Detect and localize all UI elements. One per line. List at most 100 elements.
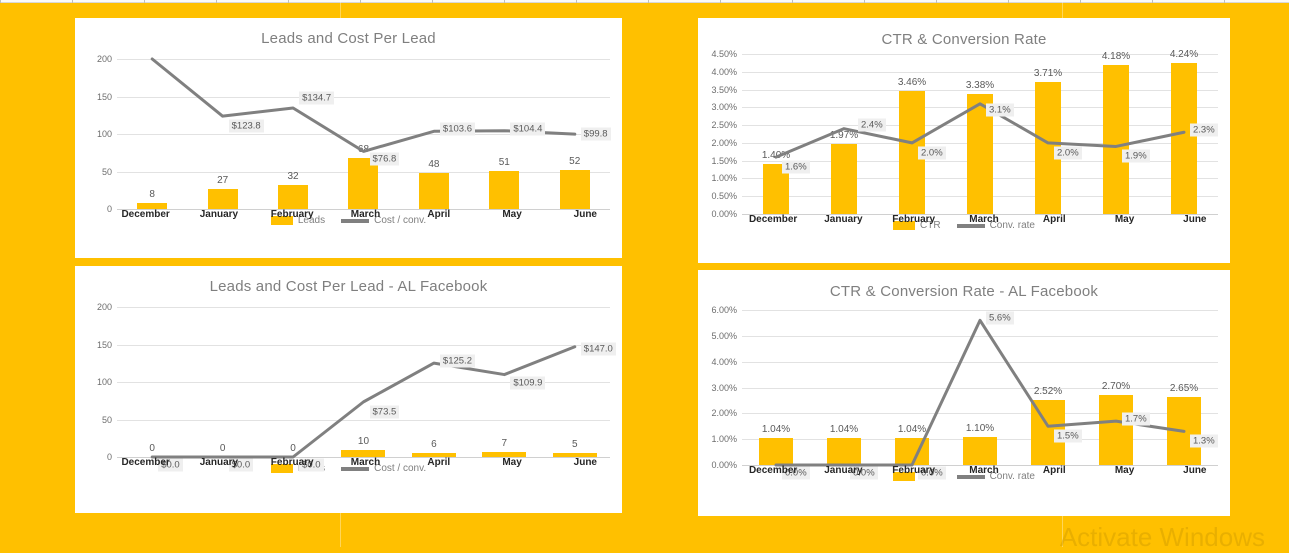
x-axis-tick-label: February (892, 465, 936, 476)
line-data-label: $99.8 (580, 127, 611, 141)
chart-plot-area: 0.00% 1.00% 2.00% 3.00% 4.00% 5.00% 6.00% 1.04%… (702, 305, 1218, 480)
x-axis-tick-label: June (573, 209, 597, 220)
line-data-label: $103.6 (439, 122, 475, 136)
line-data-label: $76.8 (369, 152, 400, 166)
line-data-label: $73.5 (369, 405, 400, 419)
line-data-label: $123.8 (228, 119, 264, 133)
x-axis: December January February March April May June (109, 209, 622, 220)
y-axis-tick-label: 0.00% (711, 460, 737, 470)
x-axis-tick-label: May (502, 209, 522, 220)
line-data-label: 1.3% (1190, 434, 1218, 448)
y-axis-tick-label: 4.50% (711, 49, 737, 59)
y-axis-tick-label: 1.00% (711, 173, 737, 184)
line-data-label: $125.2 (439, 354, 475, 368)
chart-plot-area: 0.00% 0.50% 1.00% 1.50% 2.00% 2.50% 3.00% 3.50%… (702, 49, 1218, 219)
chart-title: Leads and Cost Per Lead (261, 30, 436, 47)
line-data-label: $147.0 (580, 342, 616, 356)
x-axis-tick-label: March (969, 465, 999, 476)
chart-plot-area: 0 50 100 150 200 8 27 32 68 48 51 52 $123.8 $134.7 $76… (83, 54, 611, 214)
y-axis-tick-label: 6.00% (711, 305, 737, 315)
chart-card-leads-cost-per-lead-al-facebook[interactable]: Leads and Cost Per Lead - AL Facebook 05… (75, 266, 622, 513)
line-data-label: 2.3% (1190, 123, 1218, 137)
x-axis-tick-label: February (270, 457, 314, 468)
x-axis-tick-label: February (270, 209, 314, 220)
line-data-label: 3.1% (986, 103, 1014, 117)
x-axis-tick-label: April (427, 209, 451, 220)
y-axis-tick-label: 100 (96, 129, 112, 139)
activate-windows-watermark: Activate Windows (1059, 522, 1265, 552)
line-data-label: 1.5% (1054, 429, 1082, 443)
x-axis-tick-label: January (199, 457, 239, 468)
x-axis-tick-label: April (1042, 214, 1066, 225)
y-axis-tick-label: 50 (101, 414, 112, 425)
line-data-label: 2.4% (858, 118, 886, 132)
line-data-label: $104.4 (510, 122, 546, 136)
x-axis-tick-label: April (1042, 465, 1066, 476)
y-axis-tick-label: 50 (101, 166, 112, 177)
y-axis-tick-label: 3.50% (711, 84, 737, 95)
chart-plot-area: 0 50 100 150 200 0 0 0 10 6 7 5 $0.0 $0.0 $0.0 $73.5 $12… (83, 302, 616, 472)
line-series (774, 102, 1186, 159)
line-data-label: 1.6% (782, 160, 810, 174)
line-data-label: 2.0% (918, 146, 946, 160)
x-axis-tick-label: May (1114, 465, 1135, 476)
line-series (774, 318, 1186, 467)
y-axis-tick-label: 200 (96, 54, 112, 64)
y-axis-tick-label: 5.00% (711, 330, 737, 341)
y-axis-tick-label: 1.00% (711, 434, 737, 445)
x-axis-tick-label: June (1183, 214, 1207, 225)
y-axis-tick-label: 4.00% (711, 66, 737, 77)
y-axis-tick-label: 2.00% (711, 137, 737, 148)
chart-card-leads-cost-per-lead[interactable]: Leads and Cost Per Lead 0 50 100 150 200 8 27 3… (75, 18, 622, 258)
x-axis-tick-label: January (824, 214, 863, 225)
line-data-label: $134.7 (299, 91, 335, 105)
x-axis-tick-label: February (892, 214, 936, 225)
y-axis-tick-label: 3.00% (711, 102, 737, 113)
y-axis-tick-label: 150 (96, 91, 112, 102)
x-axis-tick-label: December (748, 465, 798, 476)
x-axis-tick-label: January (824, 465, 863, 476)
y-axis: 0 50 100 150 200 (83, 54, 117, 214)
x-axis: December January February March April May June (109, 457, 622, 468)
x-axis-tick-label: December (121, 209, 170, 220)
line-data-label: $109.9 (510, 376, 546, 390)
y-axis-tick-label: 2.50% (711, 120, 737, 131)
y-axis-tick-label: 4.00% (711, 356, 737, 367)
x-axis-tick-label: March (350, 457, 381, 468)
y-axis-tick-label: 100 (96, 377, 112, 387)
chart-title: Leads and Cost Per Lead - AL Facebook (209, 278, 488, 295)
x-axis-tick-label: April (427, 457, 451, 468)
x-axis-tick-label: June (1183, 465, 1207, 476)
chart-title: CTR & Conversion Rate - AL Facebook (829, 283, 1099, 300)
line-data-label: 1.9% (1122, 149, 1150, 163)
x-axis-tick-label: December (748, 214, 798, 225)
line-data-label: 1.7% (1122, 412, 1150, 426)
x-axis-tick-label: May (1114, 214, 1135, 225)
y-axis-tick-label: 150 (96, 339, 112, 350)
y-axis-tick-label: 200 (96, 302, 112, 312)
y-axis: 0 50 100 150 200 (83, 302, 117, 462)
card-divider-right (698, 263, 1230, 270)
x-axis-tick-label: March (969, 214, 999, 225)
x-axis-tick-label: May (502, 457, 522, 468)
x-axis: December January February March April May June (738, 214, 1230, 225)
y-axis-tick-label: 1.50% (711, 155, 737, 166)
x-axis-tick-label: January (199, 209, 239, 220)
line-data-label: 2.0% (1054, 146, 1082, 160)
y-axis: 0.00% 0.50% 1.00% 1.50% 2.00% 2.50% 3.00% 3.50%… (702, 49, 742, 219)
y-axis-tick-label: 3.00% (711, 382, 737, 393)
x-axis: December January February March April May June (738, 465, 1230, 476)
x-axis-tick-label: March (350, 209, 381, 220)
y-axis-tick-label: 2.00% (711, 408, 737, 419)
y-axis: 0.00% 1.00% 2.00% 3.00% 4.00% 5.00% 6.00% (702, 305, 742, 470)
line-data-label: 5.6% (986, 311, 1014, 325)
chart-title: CTR & Conversion Rate (881, 31, 1047, 48)
y-axis-tick-label: 0.00% (711, 209, 737, 219)
card-divider-left (75, 258, 622, 266)
x-axis-tick-label: June (573, 457, 597, 468)
x-axis-tick-label: December (121, 457, 170, 468)
page-top-ruler (0, 0, 1289, 3)
chart-card-ctr-conversion-rate-al-facebook[interactable]: CTR & Conversion Rate - AL Facebook 0.00… (698, 270, 1230, 516)
chart-card-ctr-conversion-rate[interactable]: CTR & Conversion Rate 0.00% 0.50% 1.00% 1.5… (698, 18, 1230, 263)
y-axis-tick-label: 0.50% (711, 191, 737, 202)
